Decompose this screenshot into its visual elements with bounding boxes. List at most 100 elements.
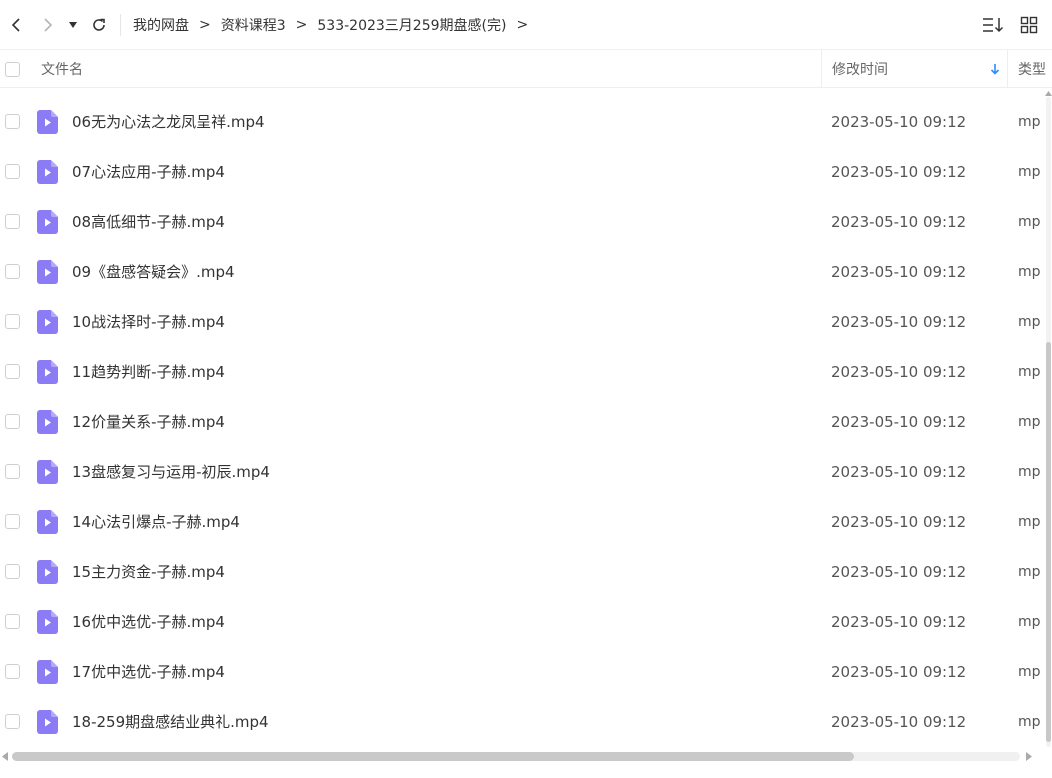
- refresh-icon: [93, 18, 105, 31]
- file-checkbox[interactable]: [5, 314, 20, 329]
- file-type: mp: [1018, 464, 1041, 480]
- file-row[interactable]: 16优中选优-子赫.mp4 2023-05-10 09:12 mp: [0, 597, 1044, 647]
- file-checkbox-cell: [5, 464, 20, 483]
- file-checkbox-cell: [5, 614, 20, 633]
- file-type: mp: [1018, 364, 1041, 380]
- file-type: mp: [1018, 514, 1041, 530]
- file-name[interactable]: 10战法择时-子赫.mp4: [72, 297, 225, 347]
- file-checkbox[interactable]: [5, 714, 20, 729]
- caret-down-icon: [69, 21, 77, 28]
- file-checkbox[interactable]: [5, 464, 20, 479]
- list-header: 文件名 修改时间 类型: [0, 50, 1052, 88]
- file-modified-time: 2023-05-10 09:12: [831, 563, 967, 581]
- view-controls: [978, 0, 1044, 50]
- file-row[interactable]: 10战法择时-子赫.mp4 2023-05-10 09:12 mp: [0, 297, 1044, 347]
- file-row[interactable]: 14心法引爆点-子赫.mp4 2023-05-10 09:12 mp: [0, 497, 1044, 547]
- video-file-icon: [37, 660, 58, 684]
- file-checkbox[interactable]: [5, 564, 20, 579]
- video-file-icon: [37, 260, 58, 284]
- horizontal-scrollbar[interactable]: [0, 748, 1052, 766]
- file-name[interactable]: 14心法引爆点-子赫.mp4: [72, 497, 240, 547]
- vertical-scroll-thumb[interactable]: [1046, 342, 1051, 742]
- video-file-icon: [37, 710, 58, 734]
- file-row[interactable]: 17优中选优-子赫.mp4 2023-05-10 09:12 mp: [0, 647, 1044, 697]
- file-row[interactable]: 09《盘感答疑会》.mp4 2023-05-10 09:12 mp: [0, 247, 1044, 297]
- file-type: mp: [1018, 264, 1041, 280]
- file-checkbox[interactable]: [5, 364, 20, 379]
- file-type: mp: [1018, 114, 1041, 130]
- video-file-icon: [37, 460, 58, 484]
- forward-button[interactable]: [32, 0, 64, 50]
- file-checkbox[interactable]: [5, 414, 20, 429]
- horizontal-scroll-thumb[interactable]: [12, 752, 854, 761]
- file-modified-time: 2023-05-10 09:12: [831, 163, 967, 181]
- file-checkbox-cell: [5, 164, 20, 183]
- file-modified-time: 2023-05-10 09:12: [831, 213, 967, 231]
- file-checkbox-cell: [5, 714, 20, 733]
- refresh-button[interactable]: [82, 0, 116, 50]
- file-name[interactable]: 12价量关系-子赫.mp4: [72, 397, 225, 447]
- file-name[interactable]: 07心法应用-子赫.mp4: [72, 147, 225, 197]
- file-manager-window: 我的网盘 > 资料课程3 > 533-2023三月259期盘感(完) > 文件名…: [0, 0, 1052, 778]
- history-dropdown-button[interactable]: [64, 0, 82, 50]
- select-all-cell: [5, 50, 20, 88]
- vertical-scrollbar[interactable]: [1044, 91, 1052, 747]
- scroll-right-icon[interactable]: [1026, 752, 1032, 761]
- breadcrumb-item-current[interactable]: 533-2023三月259期盘感(完): [317, 15, 506, 35]
- toolbar: 我的网盘 > 资料课程3 > 533-2023三月259期盘感(完) >: [0, 0, 1052, 50]
- file-row[interactable]: 06无为心法之龙凤呈祥.mp4 2023-05-10 09:12 mp: [0, 97, 1044, 147]
- file-checkbox-cell: [5, 114, 20, 133]
- file-checkbox-cell: [5, 664, 20, 683]
- file-name[interactable]: 17优中选优-子赫.mp4: [72, 647, 225, 697]
- column-header-name[interactable]: 文件名: [41, 50, 83, 88]
- file-name[interactable]: 16优中选优-子赫.mp4: [72, 597, 225, 647]
- sort-button[interactable]: [978, 10, 1008, 40]
- file-checkbox[interactable]: [5, 214, 20, 229]
- file-type: mp: [1018, 664, 1041, 680]
- file-type: mp: [1018, 414, 1041, 430]
- file-type: mp: [1018, 714, 1041, 730]
- file-checkbox-cell: [5, 214, 20, 233]
- back-button[interactable]: [0, 0, 32, 50]
- arrow-down-icon: [990, 64, 1000, 75]
- breadcrumb-item-folder[interactable]: 资料课程3: [221, 15, 286, 35]
- file-modified-time: 2023-05-10 09:12: [831, 513, 967, 531]
- file-name[interactable]: 11趋势判断-子赫.mp4: [72, 347, 225, 397]
- file-type: mp: [1018, 164, 1041, 180]
- file-name[interactable]: 06无为心法之龙凤呈祥.mp4: [72, 97, 265, 147]
- breadcrumb-item-root[interactable]: 我的网盘: [133, 15, 189, 35]
- file-modified-time: 2023-05-10 09:12: [831, 413, 967, 431]
- file-name[interactable]: 08高低细节-子赫.mp4: [72, 197, 225, 247]
- file-row[interactable]: 15主力资金-子赫.mp4 2023-05-10 09:12 mp: [0, 547, 1044, 597]
- file-name[interactable]: 15主力资金-子赫.mp4: [72, 547, 225, 597]
- file-row[interactable]: 11趋势判断-子赫.mp4 2023-05-10 09:12 mp: [0, 347, 1044, 397]
- breadcrumb-separator[interactable]: >: [516, 17, 528, 33]
- breadcrumb-separator: >: [295, 16, 308, 33]
- file-type: mp: [1018, 314, 1041, 330]
- file-checkbox[interactable]: [5, 114, 20, 129]
- file-row[interactable]: 07心法应用-子赫.mp4 2023-05-10 09:12 mp: [0, 147, 1044, 197]
- scroll-left-icon[interactable]: [2, 752, 8, 761]
- grid-view-button[interactable]: [1014, 10, 1044, 40]
- file-name[interactable]: 09《盘感答疑会》.mp4: [72, 247, 235, 297]
- file-checkbox[interactable]: [5, 514, 20, 529]
- video-file-icon: [37, 310, 58, 334]
- file-name[interactable]: 18-259期盘感结业典礼.mp4: [72, 697, 269, 747]
- breadcrumb: 我的网盘 > 资料课程3 > 533-2023三月259期盘感(完) >: [133, 15, 538, 35]
- column-header-time-label: 修改时间: [832, 62, 888, 78]
- scroll-up-icon[interactable]: [1045, 91, 1052, 96]
- column-header-type[interactable]: 类型: [1007, 50, 1052, 88]
- file-row[interactable]: 08高低细节-子赫.mp4 2023-05-10 09:12 mp: [0, 197, 1044, 247]
- file-checkbox-cell: [5, 414, 20, 433]
- file-row[interactable]: 13盘感复习与运用-初辰.mp4 2023-05-10 09:12 mp: [0, 447, 1044, 497]
- file-checkbox[interactable]: [5, 664, 20, 679]
- select-all-checkbox[interactable]: [5, 61, 20, 77]
- file-name[interactable]: 13盘感复习与运用-初辰.mp4: [72, 447, 270, 497]
- file-checkbox[interactable]: [5, 264, 20, 279]
- file-checkbox[interactable]: [5, 614, 20, 629]
- file-row[interactable]: 12价量关系-子赫.mp4 2023-05-10 09:12 mp: [0, 397, 1044, 447]
- column-header-time[interactable]: 修改时间: [821, 50, 1007, 88]
- file-row[interactable]: 18-259期盘感结业典礼.mp4 2023-05-10 09:12 mp: [0, 697, 1044, 747]
- file-checkbox[interactable]: [5, 164, 20, 179]
- file-checkbox-cell: [5, 264, 20, 283]
